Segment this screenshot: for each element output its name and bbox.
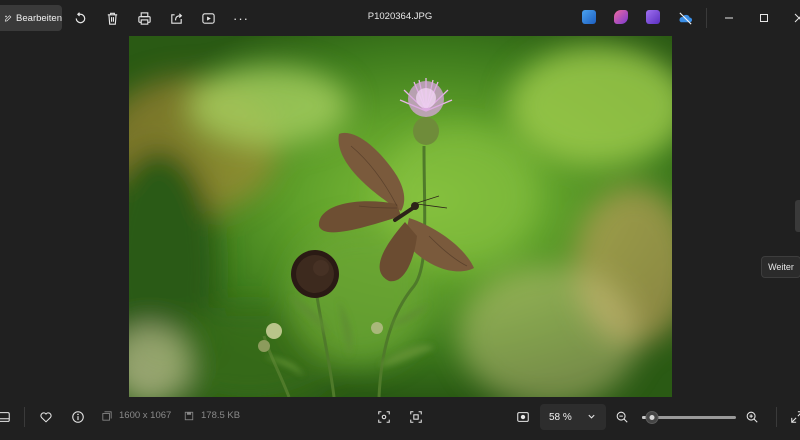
- zoom-slider-thumb[interactable]: [645, 411, 659, 424]
- chevron-down-icon: [588, 414, 595, 419]
- file-size: 178.5 KB: [184, 410, 240, 421]
- status-divider: [24, 407, 25, 427]
- photo-viewer-image[interactable]: [129, 36, 672, 397]
- toolbar-divider: [706, 8, 707, 28]
- fit-to-window-icon[interactable]: [375, 408, 393, 426]
- close-button[interactable]: [789, 8, 800, 28]
- app-icon-3[interactable]: [646, 10, 660, 24]
- onedrive-offline-icon[interactable]: [675, 8, 695, 28]
- favorite-icon[interactable]: [37, 408, 55, 426]
- delete-icon[interactable]: [102, 8, 122, 28]
- window-title: P1020364.JPG: [367, 11, 433, 22]
- fullscreen-icon[interactable]: [788, 408, 800, 426]
- actual-size-icon[interactable]: [407, 408, 425, 426]
- status-divider: [776, 407, 777, 427]
- image-dimensions: 1600 x 1067: [102, 410, 171, 421]
- app-icon-1[interactable]: [582, 10, 596, 24]
- title-toolbar: Bearbeiten ··· P1020364.JPG: [0, 0, 800, 36]
- maximize-icon: [760, 14, 768, 22]
- filmstrip-icon[interactable]: [0, 408, 13, 426]
- dimensions-icon: [102, 410, 112, 421]
- file-size-value: 178.5 KB: [201, 410, 241, 421]
- minimize-button[interactable]: [719, 8, 739, 28]
- zoom-out-icon[interactable]: [613, 408, 631, 426]
- edit-icon: [4, 14, 12, 22]
- status-bar: 1600 x 1067 178.5 KB 58 %: [0, 397, 800, 440]
- edit-button-label: Bearbeiten: [16, 12, 62, 24]
- zoom-in-icon[interactable]: [743, 408, 761, 426]
- zoom-value: 58 %: [549, 411, 572, 423]
- minimize-icon: [725, 17, 733, 19]
- visual-search-icon[interactable]: [514, 408, 532, 426]
- info-icon[interactable]: [69, 408, 87, 426]
- next-tooltip: Weiter: [761, 256, 800, 278]
- slideshow-icon[interactable]: [198, 8, 218, 28]
- close-icon: [794, 13, 800, 23]
- rotate-icon[interactable]: [70, 8, 90, 28]
- zoom-slider[interactable]: [642, 411, 736, 424]
- print-icon[interactable]: [134, 8, 154, 28]
- butterfly-photo: [129, 46, 672, 397]
- next-image-handle[interactable]: [795, 200, 800, 232]
- app-icon-2[interactable]: [614, 10, 628, 24]
- dimensions-value: 1600 x 1067: [119, 410, 172, 421]
- more-icon[interactable]: ···: [231, 8, 251, 28]
- edit-button[interactable]: Bearbeiten: [0, 5, 62, 31]
- maximize-button[interactable]: [754, 8, 774, 28]
- share-icon[interactable]: [166, 8, 186, 28]
- save-disk-icon: [184, 411, 194, 420]
- zoom-dropdown[interactable]: 58 %: [540, 404, 606, 430]
